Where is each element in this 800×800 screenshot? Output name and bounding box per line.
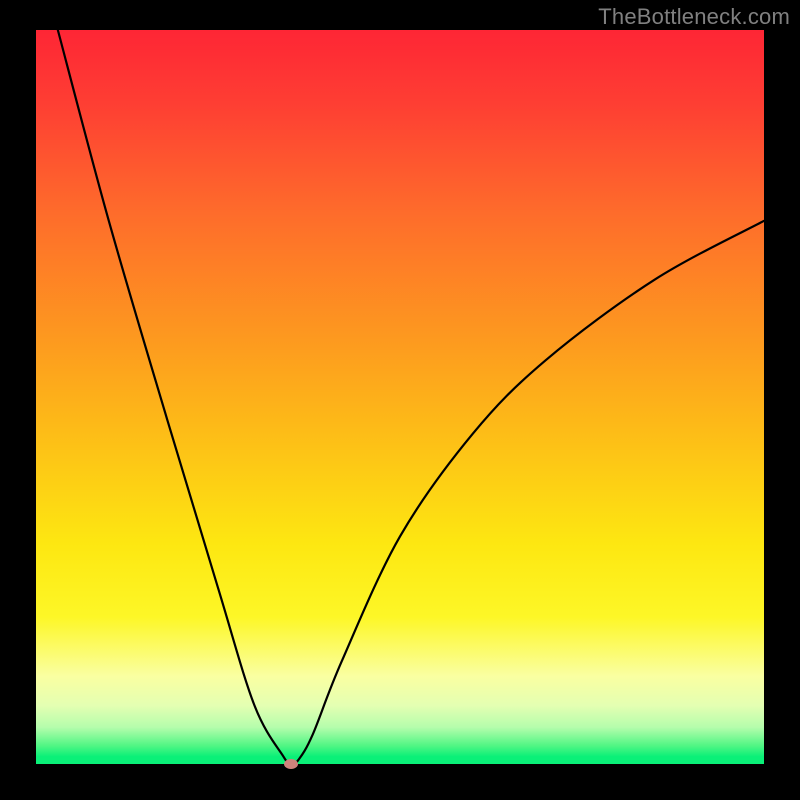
plot-area	[36, 30, 764, 764]
watermark-text: TheBottleneck.com	[598, 4, 790, 30]
bottleneck-curve	[36, 30, 764, 764]
bottleneck-marker	[284, 759, 298, 769]
chart-frame: TheBottleneck.com	[0, 0, 800, 800]
